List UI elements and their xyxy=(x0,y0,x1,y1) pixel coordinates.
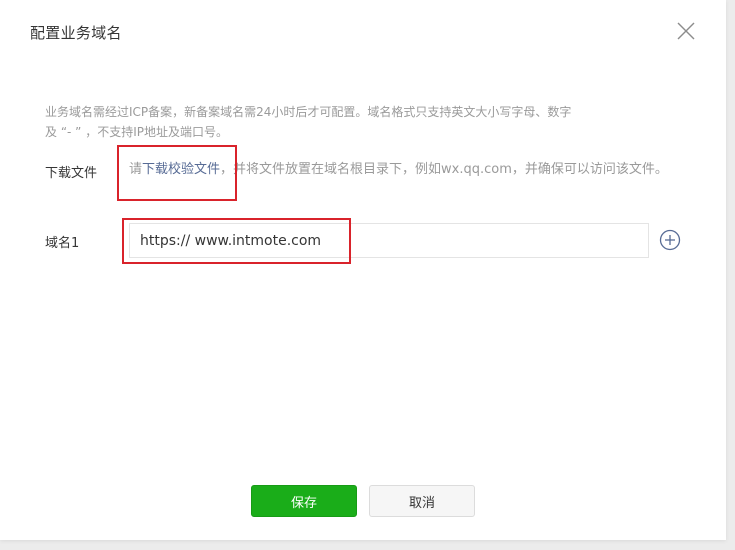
save-button[interactable]: 保存 xyxy=(251,485,357,517)
dialog-title: 配置业务域名 xyxy=(30,24,122,42)
add-domain-button[interactable] xyxy=(659,229,681,251)
download-verification-file-link[interactable]: 下载校验文件 xyxy=(142,162,220,177)
close-button[interactable] xyxy=(676,21,696,41)
download-file-label: 下载文件 xyxy=(45,166,98,181)
config-domain-dialog: 配置业务域名 业务域名需经过ICP备案，新备案域名需24小时后才可配置。域名格式… xyxy=(0,0,726,540)
intro-line-1: 业务域名需经过ICP备案，新备案域名需24小时后才可配置。域名格式只支持英文大小… xyxy=(45,105,572,119)
domain-1-input[interactable] xyxy=(129,223,649,258)
intro-line-2: 及 “- ” ，不支持IP地址及端口号。 xyxy=(45,125,228,139)
download-instructions: 请下载校验文件，并将文件放置在域名根目录下，例如wx.qq.com，并确保可以访… xyxy=(129,160,709,179)
cancel-button[interactable]: 取消 xyxy=(369,485,475,517)
close-icon xyxy=(677,22,695,40)
download-prefix: 请 xyxy=(129,162,143,177)
domain-1-label: 域名1 xyxy=(45,236,80,251)
download-suffix: ，并将文件放置在域名根目录下，例如wx.qq.com，并确保可以访问该文件。 xyxy=(220,162,668,177)
intro-description: 业务域名需经过ICP备案，新备案域名需24小时后才可配置。域名格式只支持英文大小… xyxy=(45,102,670,142)
plus-circle-icon xyxy=(659,229,681,251)
